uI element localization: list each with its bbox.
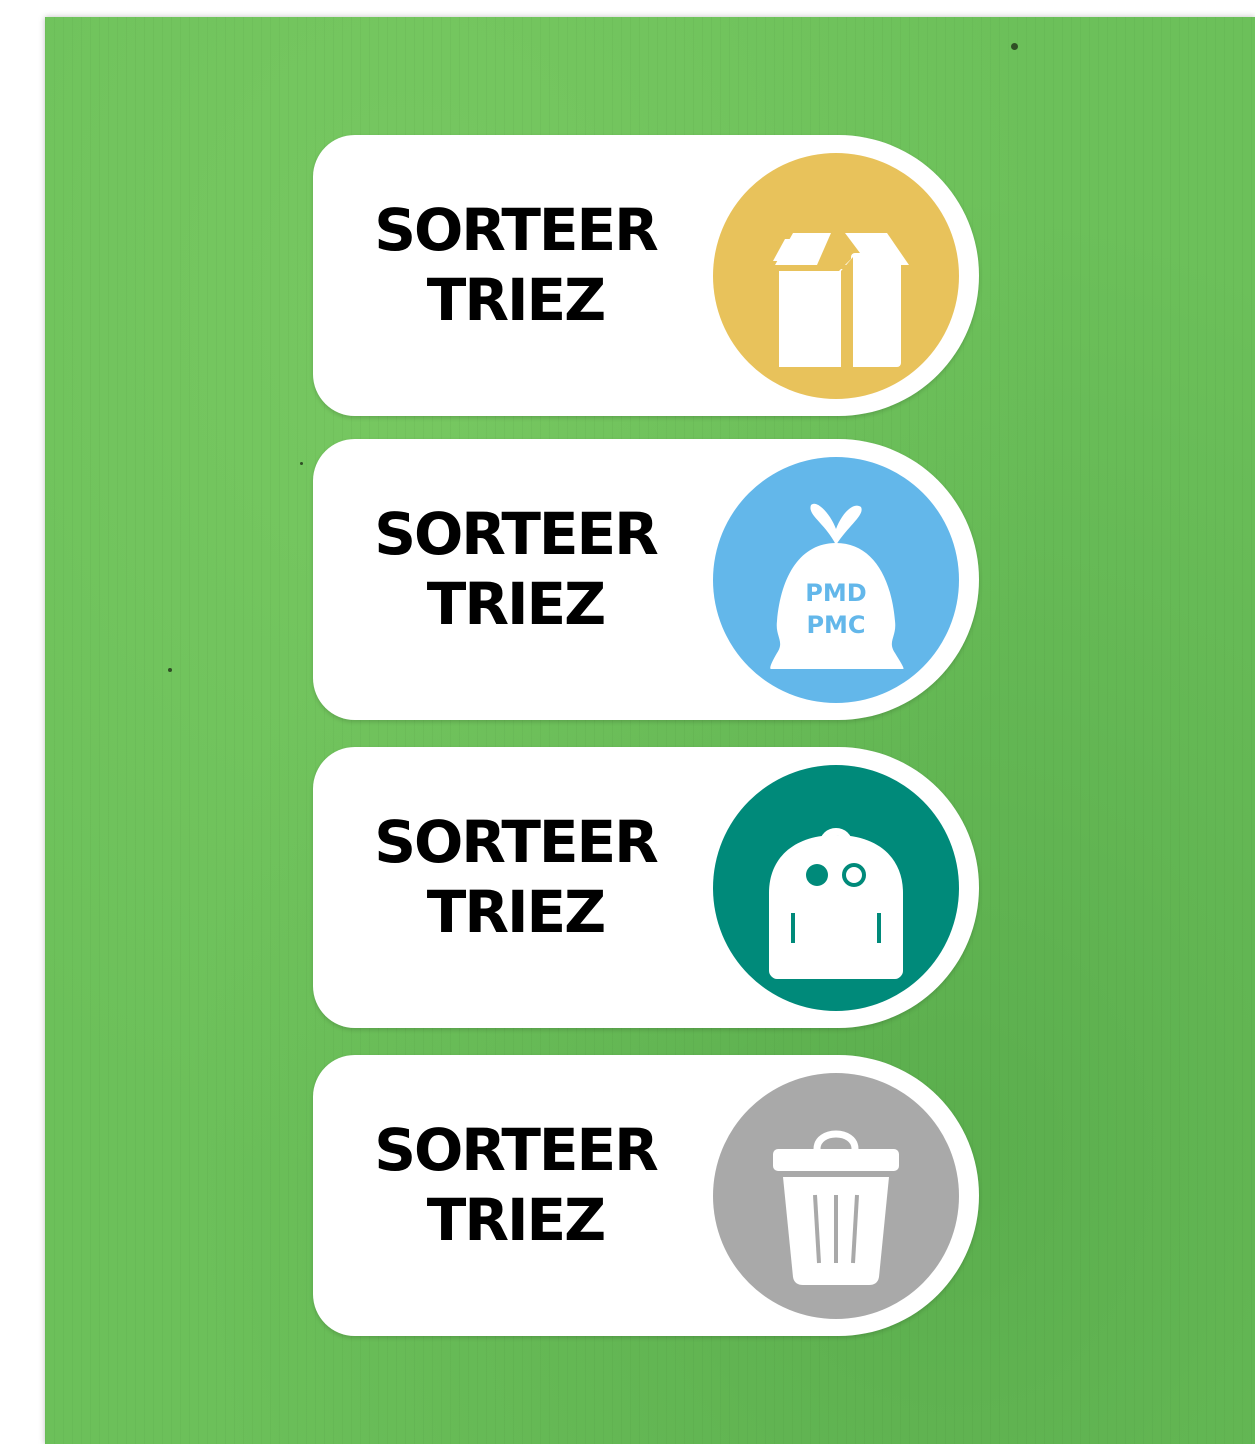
label-text: SORTEER TRIEZ [363, 1115, 668, 1255]
pmd-bag-icon: PMD PMC [713, 457, 959, 703]
sorting-label-paper: SORTEER TRIEZ [313, 135, 979, 416]
label-text: SORTEER TRIEZ [363, 807, 668, 947]
bag-text-pmc: PMC [806, 611, 865, 639]
label-line-french: TRIEZ [426, 878, 606, 946]
sorting-label-residual: SORTEER TRIEZ [313, 1055, 979, 1336]
speck [1011, 43, 1018, 50]
bag-text-pmd: PMD [805, 579, 866, 607]
trash-can-icon [713, 1073, 959, 1319]
label-line-dutch: SORTEER [374, 196, 659, 264]
label-line-dutch: SORTEER [374, 1116, 659, 1184]
sorting-label-pmd: SORTEER TRIEZ PMD PMC [313, 439, 979, 720]
label-line-french: TRIEZ [426, 266, 606, 334]
cardboard-box-icon [713, 153, 959, 399]
label-line-dutch: SORTEER [374, 500, 659, 568]
label-text: SORTEER TRIEZ [363, 195, 668, 335]
speck [168, 668, 172, 672]
speck [300, 462, 303, 465]
organic-bin-icon [713, 765, 959, 1011]
sorting-label-organic: SORTEER TRIEZ [313, 747, 979, 1028]
label-line-french: TRIEZ [426, 1186, 606, 1254]
label-line-dutch: SORTEER [374, 808, 659, 876]
label-line-french: TRIEZ [426, 570, 606, 638]
label-text: SORTEER TRIEZ [363, 499, 668, 639]
